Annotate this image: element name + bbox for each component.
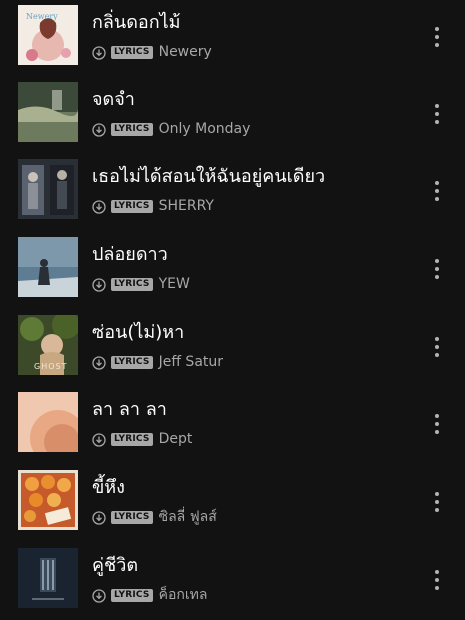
lyrics-badge: LYRICS — [111, 510, 153, 524]
more-options-icon — [435, 570, 439, 574]
artist-name[interactable]: ซิลลี่ ฟูลส์ — [159, 508, 217, 526]
more-options-icon — [435, 414, 439, 418]
downloaded-icon — [92, 588, 106, 603]
downloaded-icon — [92, 122, 106, 137]
track-meta: LYRICS SHERRY — [92, 197, 214, 215]
track-title: คู่ชีวิต — [92, 555, 139, 576]
more-options-icon-dot — [435, 197, 439, 201]
artist-name[interactable]: Dept — [159, 430, 193, 448]
track-meta: LYRICS Dept — [92, 430, 192, 448]
downloaded-icon — [92, 355, 106, 370]
more-options-button[interactable] — [427, 179, 447, 203]
more-options-icon — [435, 27, 439, 31]
track-list: Newery กลิ่นดอกไม้ LYRICS Newery จดจำ LY… — [0, 0, 465, 620]
track-meta: LYRICS Jeff Satur — [92, 353, 223, 371]
svg-text:Newery: Newery — [26, 12, 58, 21]
more-options-icon-dot — [435, 275, 439, 279]
more-options-icon — [435, 259, 439, 263]
album-art — [18, 392, 78, 452]
lyrics-badge: LYRICS — [111, 355, 153, 369]
track-row[interactable]: ปล่อยดาว LYRICS YEW — [0, 237, 465, 299]
lyrics-badge: LYRICS — [111, 277, 153, 291]
track-row[interactable]: ลา ลา ลา LYRICS Dept — [0, 392, 465, 454]
album-art — [18, 470, 78, 530]
artist-name[interactable]: Newery — [159, 43, 212, 61]
more-options-icon-dot — [435, 508, 439, 512]
track-row[interactable]: เธอไม่ได้สอนให้ฉันอยู่คนเดียว LYRICS SHE… — [0, 159, 465, 221]
track-row[interactable]: ขี้หึง LYRICS ซิลลี่ ฟูลส์ — [0, 470, 465, 532]
lyrics-badge: LYRICS — [111, 199, 153, 213]
track-meta: LYRICS ซิลลี่ ฟูลส์ — [92, 508, 217, 526]
track-title: กลิ่นดอกไม้ — [92, 12, 181, 33]
track-title: จดจำ — [92, 89, 135, 110]
downloaded-icon — [92, 277, 106, 292]
more-options-icon-dot — [435, 43, 439, 47]
track-title: ลา ลา ลา — [92, 399, 167, 420]
album-art — [18, 159, 78, 219]
lyrics-badge: LYRICS — [111, 45, 153, 59]
more-options-icon-dot — [435, 120, 439, 124]
more-options-icon-dot — [435, 578, 439, 582]
more-options-icon — [435, 492, 439, 496]
more-options-icon-dot — [435, 345, 439, 349]
downloaded-icon — [92, 510, 106, 525]
track-meta: LYRICS YEW — [92, 275, 190, 293]
more-options-icon-dot — [435, 430, 439, 434]
more-options-icon-dot — [435, 586, 439, 590]
lyrics-badge: LYRICS — [111, 588, 153, 602]
more-options-button[interactable] — [427, 568, 447, 592]
artist-name[interactable]: SHERRY — [159, 197, 214, 215]
more-options-button[interactable] — [427, 102, 447, 126]
more-options-icon — [435, 337, 439, 341]
more-options-icon-dot — [435, 35, 439, 39]
more-options-icon-dot — [435, 422, 439, 426]
artist-name[interactable]: Only Monday — [159, 120, 251, 138]
downloaded-icon — [92, 199, 106, 214]
album-art — [18, 82, 78, 142]
more-options-button[interactable] — [427, 490, 447, 514]
more-options-icon-dot — [435, 353, 439, 357]
track-title: เธอไม่ได้สอนให้ฉันอยู่คนเดียว — [92, 166, 326, 187]
artist-name[interactable]: ค็อกเทล — [159, 586, 208, 604]
more-options-icon-dot — [435, 112, 439, 116]
album-art — [18, 237, 78, 297]
track-row[interactable]: คู่ชีวิต LYRICS ค็อกเทล — [0, 548, 465, 610]
downloaded-icon — [92, 45, 106, 60]
more-options-button[interactable] — [427, 257, 447, 281]
album-art — [18, 548, 78, 608]
svg-text:GHOST: GHOST — [34, 362, 67, 371]
track-meta: LYRICS Newery — [92, 43, 212, 61]
more-options-icon — [435, 104, 439, 108]
lyrics-badge: LYRICS — [111, 122, 153, 136]
album-art: GHOST — [18, 315, 78, 375]
more-options-button[interactable] — [427, 412, 447, 436]
artist-name[interactable]: Jeff Satur — [159, 353, 223, 371]
more-options-icon-dot — [435, 500, 439, 504]
artist-name[interactable]: YEW — [159, 275, 190, 293]
track-meta: LYRICS ค็อกเทล — [92, 586, 207, 604]
track-title: ซ่อน(ไม่)หา — [92, 322, 185, 343]
more-options-button[interactable] — [427, 25, 447, 49]
more-options-icon — [435, 181, 439, 185]
lyrics-badge: LYRICS — [111, 432, 153, 446]
album-art: Newery — [18, 5, 78, 65]
track-meta: LYRICS Only Monday — [92, 120, 250, 138]
downloaded-icon — [92, 432, 106, 447]
more-options-button[interactable] — [427, 335, 447, 359]
track-row[interactable]: จดจำ LYRICS Only Monday — [0, 82, 465, 144]
more-options-icon-dot — [435, 189, 439, 193]
track-title: ขี้หึง — [92, 477, 125, 498]
track-title: ปล่อยดาว — [92, 244, 168, 265]
track-row[interactable]: GHOST ซ่อน(ไม่)หา LYRICS Jeff Satur — [0, 315, 465, 377]
track-row[interactable]: Newery กลิ่นดอกไม้ LYRICS Newery — [0, 5, 465, 67]
more-options-icon-dot — [435, 267, 439, 271]
